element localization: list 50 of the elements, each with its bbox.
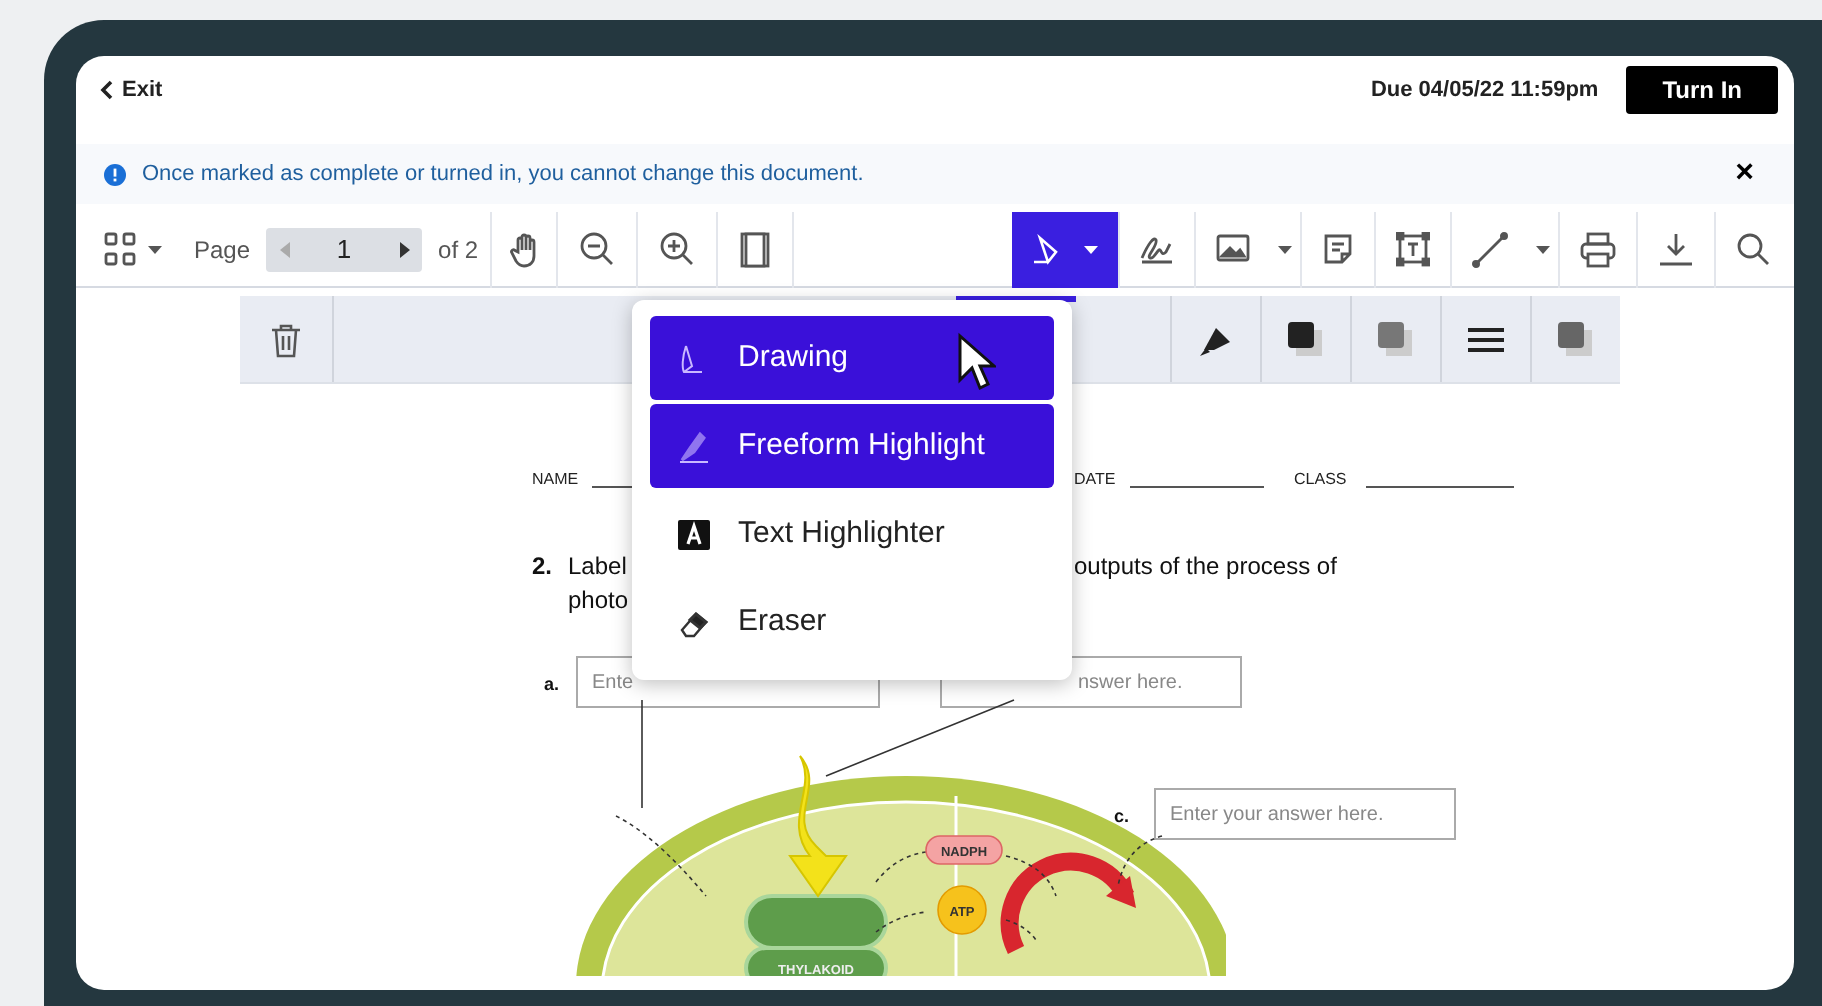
line-weight-icon[interactable] <box>1468 325 1504 353</box>
question-number: 2. <box>532 550 553 584</box>
answer-field[interactable]: Enter your answer here. <box>1154 788 1456 840</box>
notice-text: Once marked as complete or turned in, you cannot change this document. <box>142 159 864 190</box>
text-icon <box>678 517 710 551</box>
zoom-in-icon[interactable] <box>660 231 695 267</box>
form-label: DATE <box>1074 468 1116 492</box>
due-date: Due 04/05/22 11:59pm <box>1370 75 1599 106</box>
pen-tool-button[interactable] <box>1012 211 1118 287</box>
print-icon[interactable] <box>1580 231 1616 267</box>
zoom-out-icon[interactable] <box>580 231 615 267</box>
shadow-icon[interactable] <box>1556 319 1596 359</box>
form-label: NAME <box>532 468 579 492</box>
question-text: outputs of the process of <box>1074 550 1337 584</box>
image-icon[interactable] <box>1216 231 1250 267</box>
download-icon[interactable] <box>1658 231 1694 267</box>
answer-letter: a. <box>544 672 560 698</box>
opacity-icon[interactable] <box>1376 319 1416 359</box>
leader-line <box>641 699 643 809</box>
back-chevron-icon <box>100 80 114 100</box>
caret-icon[interactable] <box>148 245 162 253</box>
text-box-icon[interactable] <box>1396 231 1430 267</box>
page-total: of 2 <box>438 233 479 267</box>
menu-item[interactable]: Drawing <box>650 316 1054 400</box>
stroke-color-icon[interactable] <box>1286 319 1326 359</box>
info-icon <box>104 163 126 185</box>
highlight-icon <box>678 429 710 463</box>
turn-in-button[interactable]: Turn In <box>1626 66 1778 114</box>
next-icon[interactable] <box>399 241 410 257</box>
trash-icon[interactable] <box>270 321 302 357</box>
note-icon[interactable] <box>1322 231 1354 267</box>
menu-item[interactable]: Freeform Highlight <box>650 404 1054 488</box>
line-tool-icon[interactable] <box>1472 231 1508 267</box>
answer-letter: c. <box>1114 804 1130 830</box>
grid-view-icon[interactable] <box>104 231 136 267</box>
page-number-field[interactable]: 1 <box>302 227 387 271</box>
form-label: CLASS <box>1294 468 1347 492</box>
exit-link[interactable]: Exit <box>100 73 163 107</box>
close-button[interactable]: × <box>1735 158 1754 190</box>
caret-icon[interactable] <box>1536 245 1550 253</box>
page-label: Page <box>194 233 251 267</box>
caret-icon[interactable] <box>1084 245 1098 253</box>
search-icon[interactable] <box>1736 231 1770 267</box>
cursor-icon <box>956 332 996 392</box>
page-panel-icon[interactable] <box>740 231 771 267</box>
question-text: photo <box>568 584 629 618</box>
question-text: Label <box>568 550 627 584</box>
caret-icon[interactable] <box>1278 245 1292 253</box>
next-page-button[interactable] <box>386 227 423 271</box>
pan-tool-icon[interactable] <box>508 231 541 267</box>
